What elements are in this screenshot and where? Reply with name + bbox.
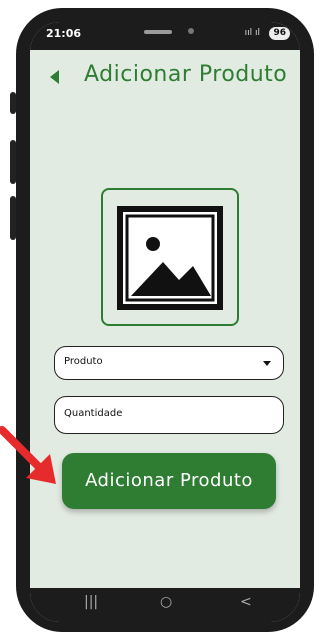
android-nav-bar: ||| ○ <: [30, 588, 300, 622]
earpiece-speaker: [144, 30, 172, 34]
add-product-button[interactable]: Adicionar Produto: [62, 453, 276, 509]
recents-icon[interactable]: |||: [84, 594, 98, 610]
status-time: 21:06: [46, 27, 82, 40]
signal-icon: ııl ıl: [244, 28, 260, 38]
page-title: Adicionar Produto: [84, 62, 288, 87]
quantity-placeholder: Quantidade: [64, 408, 123, 419]
product-select[interactable]: Produto: [54, 346, 284, 380]
battery-badge: 96: [269, 27, 290, 40]
front-camera: [188, 28, 194, 34]
back-arrow-icon[interactable]: [50, 70, 59, 84]
home-icon[interactable]: ○: [160, 594, 172, 610]
app-screen: 21:06 ııl ıl 96 Adicionar Produto Produt…: [30, 22, 300, 622]
camera-notch: [92, 22, 238, 48]
quantity-field[interactable]: Quantidade: [54, 396, 284, 434]
annotation-arrow-icon: [0, 426, 56, 484]
back-nav-icon[interactable]: <: [240, 594, 252, 610]
image-icon: [117, 206, 223, 310]
product-select-value: Produto: [64, 356, 103, 367]
product-image-picker[interactable]: [101, 188, 239, 326]
chevron-down-icon: [263, 361, 271, 366]
app-header: Adicionar Produto: [30, 58, 300, 98]
